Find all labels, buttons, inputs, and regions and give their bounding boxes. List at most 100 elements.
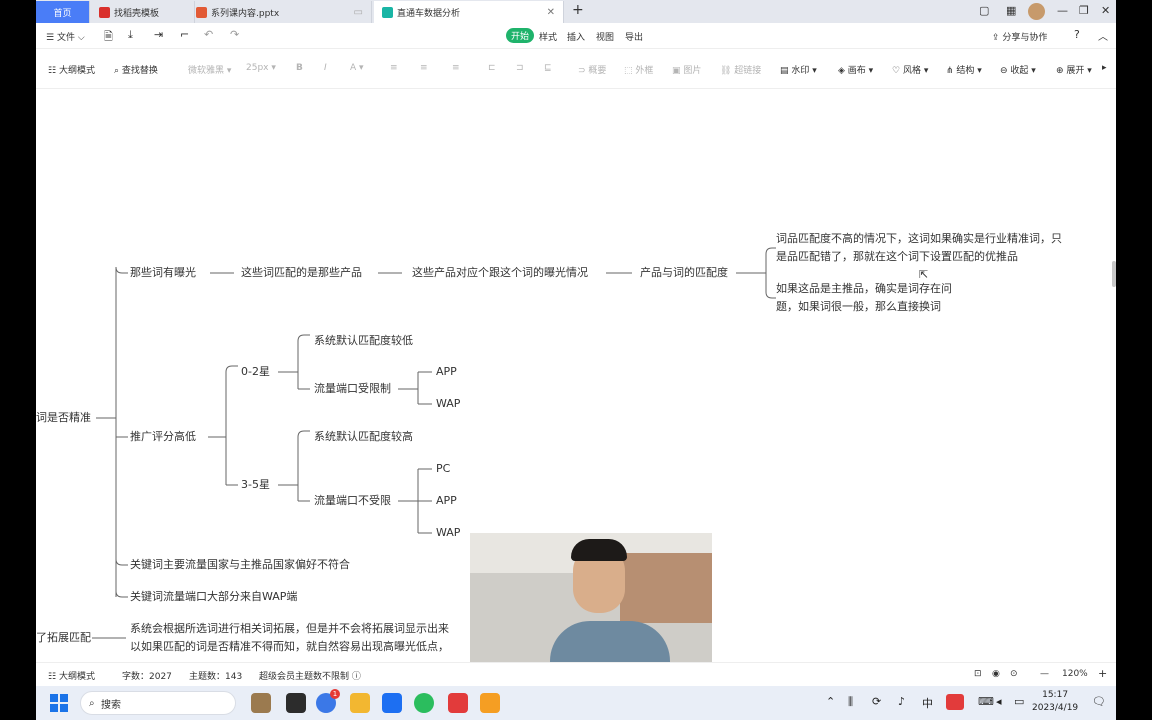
align-left-icon[interactable]: ≡ — [390, 63, 398, 73]
zoom-out-button[interactable]: — — [1040, 669, 1049, 679]
node-low-default[interactable]: 系统默认匹配度较低 — [314, 334, 413, 348]
browser-icon[interactable] — [382, 693, 402, 713]
align-center-icon[interactable]: ≡ — [420, 63, 428, 73]
child-topic-icon[interactable]: ⊏ — [488, 63, 496, 73]
tray-sync-icon[interactable]: ⟳ — [872, 695, 881, 708]
menu-view[interactable]: 视图 — [596, 30, 614, 43]
wps-icon[interactable] — [448, 693, 468, 713]
zoom-in-button[interactable]: + — [1098, 667, 1107, 680]
node-low-port-app[interactable]: APP — [436, 365, 457, 379]
menu-start[interactable]: 开始 — [506, 28, 535, 43]
node-high-port-app[interactable]: APP — [436, 494, 457, 508]
node-high-port-wap[interactable]: WAP — [436, 526, 460, 540]
note-low-match[interactable]: 词品匹配度不高的情况下，这词如果确实是行业精准词，只 是品匹配错了，那就在这个词… — [776, 230, 1062, 266]
node-matched-products[interactable]: 这些词匹配的是那些产品 — [241, 266, 362, 280]
wechat-icon[interactable] — [414, 693, 434, 713]
watermark-button[interactable]: ▤ 水印 ▾ — [780, 63, 817, 76]
help-button[interactable]: ? — [1074, 28, 1080, 41]
menu-insert[interactable]: 插入 — [567, 30, 585, 43]
tray-expand-icon[interactable]: ⌃ — [826, 695, 835, 708]
format-painter-icon[interactable]: ⌐ — [180, 28, 189, 41]
zoom-level[interactable]: 120% — [1062, 669, 1088, 679]
file-explorer-icon[interactable] — [350, 693, 370, 713]
image-button[interactable]: ▣ 图片 — [672, 63, 701, 76]
layout-icon[interactable]: ▢ — [979, 4, 989, 17]
node-root[interactable]: 词是否精准 — [36, 411, 91, 425]
summary-button[interactable]: ⊃ 概要 — [578, 63, 606, 76]
avatar[interactable] — [1028, 3, 1045, 20]
battery-icon[interactable]: ▭ — [1014, 695, 1024, 708]
tray-app-icon[interactable]: ⫼ — [848, 695, 853, 709]
ime-icon[interactable]: 中 — [922, 695, 933, 711]
share-button[interactable]: ⇪ 分享与协作 — [992, 30, 1047, 43]
outline-mode-button[interactable]: ☷ 大纲模式 — [48, 63, 95, 76]
redo-icon[interactable]: ↷ — [230, 28, 239, 41]
notification-center-icon[interactable]: 🗨 — [1092, 695, 1106, 708]
theme-button[interactable]: ♡ 风格 ▾ — [892, 63, 928, 76]
font-color-button[interactable]: A ▾ — [350, 63, 364, 73]
expand-button[interactable]: ⊕ 展开 ▾ — [1056, 63, 1092, 76]
toolbar-more-icon[interactable]: ▸ — [1102, 63, 1107, 73]
fit-screen-icon[interactable]: ⊡ — [974, 669, 982, 679]
node-branch1[interactable]: 那些词有曝光 — [130, 266, 196, 280]
clock[interactable]: 15:17 2023/4/19 — [1032, 689, 1078, 715]
apps-grid-icon[interactable]: ▦ — [1006, 4, 1016, 17]
tab-home[interactable]: 首页 — [36, 1, 90, 23]
undo-icon[interactable]: ↶ — [204, 28, 213, 41]
node-branch3[interactable]: 关键词主要流量国家与主推品国家偏好不符合 — [130, 558, 350, 572]
sibling-topic-icon[interactable]: ⊐ — [516, 63, 524, 73]
microphone-icon[interactable]: ♪ — [898, 695, 905, 708]
download-icon[interactable]: ⤓ — [128, 28, 133, 42]
note-main-product[interactable]: 如果这品是主推品，确实是词存在问 题，如果词很一般，那么直接换词 — [776, 280, 952, 316]
node-branch2[interactable]: 推广评分高低 — [130, 430, 196, 444]
new-tab-button[interactable]: + — [572, 2, 584, 18]
bold-button[interactable]: B — [296, 63, 303, 73]
tab-templates[interactable]: 找稻壳模板 — [91, 1, 195, 23]
find-replace-button[interactable]: ⌕ 查找替换 — [114, 63, 158, 76]
node-low-port-wap[interactable]: WAP — [436, 397, 460, 411]
node-high-default[interactable]: 系统默认匹配度较高 — [314, 430, 413, 444]
export-icon[interactable]: ⇥ — [154, 28, 163, 41]
align-right-icon[interactable]: ≡ — [452, 63, 460, 73]
save-icon[interactable]: 🗎 — [104, 28, 113, 47]
network-icon[interactable]: ⌨ — [978, 695, 994, 708]
node-exposure[interactable]: 这些产品对应个跟这个词的曝光情况 — [412, 266, 588, 280]
close-window-icon[interactable]: ✕ — [1101, 4, 1110, 17]
focus-icon[interactable]: ⊙ — [1010, 669, 1018, 679]
mindmap-canvas[interactable]: 词是否精准 那些词有曝光 这些词匹配的是那些产品 这些产品对应个跟这个词的曝光情… — [36, 89, 1116, 662]
minimize-icon[interactable]: — — [1057, 4, 1068, 17]
eye-icon[interactable]: ◉ — [992, 669, 1000, 679]
restore-icon[interactable]: ❐ — [1079, 4, 1089, 17]
node-star-high[interactable]: 3-5星 — [241, 478, 270, 492]
node-high-port-pc[interactable]: PC — [436, 462, 450, 476]
status-outline-button[interactable]: ☷ 大纲模式 — [48, 669, 95, 682]
vertical-scrollbar[interactable] — [1112, 261, 1116, 287]
taskbar-search[interactable]: ⌕ 搜索 — [80, 691, 236, 715]
parent-topic-icon[interactable]: ⊑ — [544, 63, 552, 73]
menu-export[interactable]: 导出 — [625, 30, 643, 43]
font-size-select[interactable]: 25px ▾ — [246, 63, 276, 73]
node-sibling[interactable]: 了拓展匹配 — [36, 631, 91, 645]
canvas-button[interactable]: ◈ 画布 ▾ — [838, 63, 873, 76]
italic-button[interactable]: I — [324, 63, 327, 73]
menu-file[interactable]: ☰ 文件 ⌵ — [46, 30, 85, 43]
frame-button[interactable]: ⬚ 外框 — [624, 63, 653, 76]
task-view-icon[interactable] — [286, 693, 306, 713]
node-branch4[interactable]: 关键词流量端口大部分来自WAP端 — [130, 590, 297, 604]
node-match-degree[interactable]: 产品与词的匹配度 — [640, 266, 728, 280]
note-sibling[interactable]: 系统会根据所选词进行相关词拓展，但是并不会将拓展词显示出来 以如果匹配的词是否精… — [130, 620, 449, 656]
close-tab-icon[interactable]: ✕ — [547, 7, 555, 18]
structure-button[interactable]: ⋔ 结构 ▾ — [946, 63, 982, 76]
start-icon[interactable] — [50, 694, 68, 712]
collapse-ribbon-icon[interactable]: ︿ — [1098, 28, 1108, 43]
menu-style[interactable]: 样式 — [539, 30, 557, 43]
wps-tray-icon[interactable] — [946, 694, 964, 710]
tab-mindmap[interactable]: 直通车数据分析 ✕ — [374, 1, 564, 23]
font-select[interactable]: 微软雅黑 ▾ — [188, 63, 231, 76]
node-high-port[interactable]: 流量端口不受限 — [314, 494, 391, 508]
node-star-low[interactable]: 0-2星 — [241, 365, 270, 379]
hyperlink-button[interactable]: ⛓ 超链接 — [720, 63, 761, 76]
volume-icon[interactable]: ◂ — [996, 695, 1002, 708]
tab-pptx[interactable]: 系列课内容.pptx ▭ — [188, 1, 372, 23]
collapse-button[interactable]: ⊖ 收起 ▾ — [1000, 63, 1036, 76]
